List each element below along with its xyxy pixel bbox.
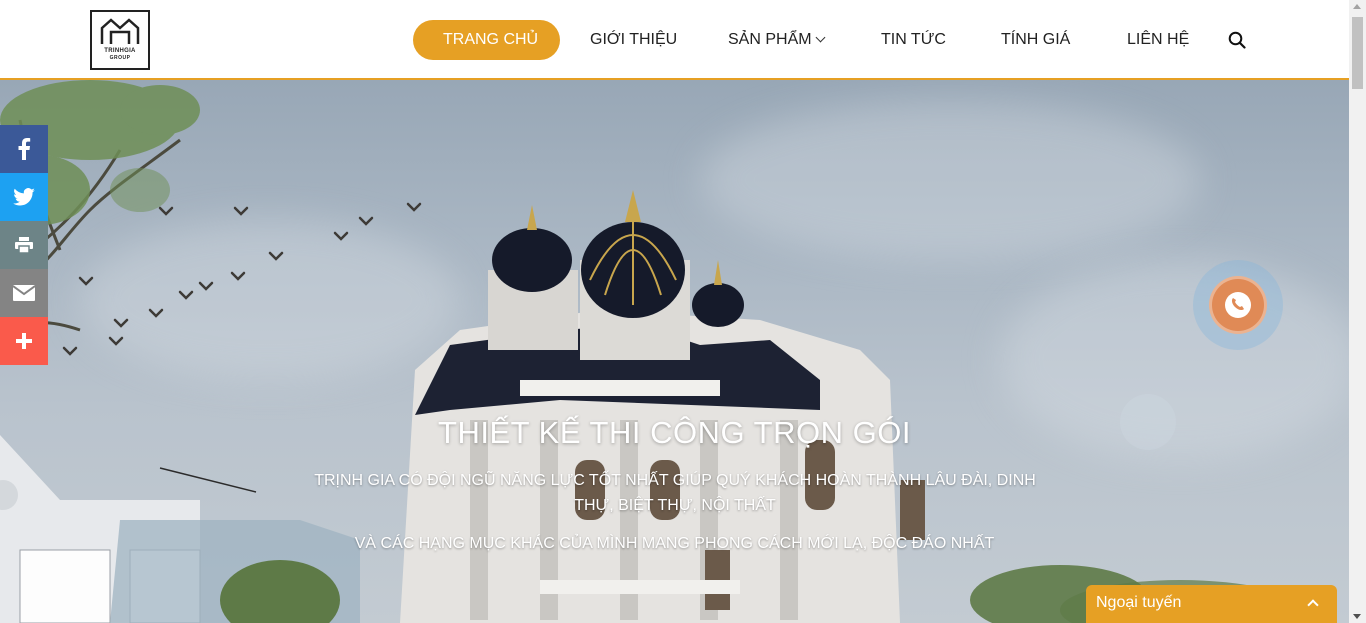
twitter-icon [13,188,35,206]
chat-status-label: Ngoại tuyến [1096,594,1182,611]
email-share-button[interactable] [0,269,48,317]
page-scrollbar[interactable] [1349,0,1366,623]
nav-item-products-label: SẢN PHẨM [728,31,812,48]
birds [62,202,422,356]
nav-item-products[interactable]: SẢN PHẨM [728,20,826,60]
main-nav: TRANG CHỦ GIỚI THIỆU SẢN PHẨM TIN TỨC TÍ… [0,20,1349,60]
scroll-thumb[interactable] [1352,17,1363,89]
nav-item-pricing[interactable]: TÍNH GIÁ [1001,20,1070,60]
search-icon[interactable] [1228,31,1246,49]
phone-ghost-circle [1120,394,1176,450]
scroll-up-arrow[interactable] [1353,4,1361,9]
print-icon [15,237,33,253]
email-icon [13,285,35,301]
hero-subtitle-secondary: VÀ CÁC HẠNG MỤC KHÁC CỦA MÌNH MANG PHONG… [354,535,995,552]
call-button[interactable] [1209,276,1267,334]
mansion [400,190,925,623]
more-share-button[interactable] [0,317,48,365]
chevron-up-icon[interactable] [1307,599,1319,611]
nav-item-contact[interactable]: LIÊN HỆ [1127,20,1189,60]
plus-icon [16,333,32,349]
phone-icon [1225,292,1251,318]
hero-banner: THIẾT KẾ THI CÔNG TRỌN GÓI TRỊNH GIA CÓ … [0,80,1349,623]
nav-item-home[interactable]: TRANG CHỦ [413,20,560,60]
nav-item-news[interactable]: TIN TỨC [881,20,946,60]
hero-subtitle: TRỊNH GIA CÓ ĐỘI NGŨ NĂNG LỰC TỐT NHẤT G… [314,472,1036,514]
social-share-bar [0,125,48,365]
nav-item-about[interactable]: GIỚI THIỆU [590,20,677,60]
chat-widget[interactable]: Ngoại tuyến [1086,585,1337,623]
twitter-share-button[interactable] [0,173,48,221]
chevron-down-icon [815,32,826,43]
print-button[interactable] [0,221,48,269]
scroll-down-arrow[interactable] [1353,614,1361,619]
facebook-icon [18,138,31,160]
facebook-share-button[interactable] [0,125,48,173]
site-header: TRINHGIA GROUP TRANG CHỦ GIỚI THIỆU SẢN … [0,0,1349,80]
